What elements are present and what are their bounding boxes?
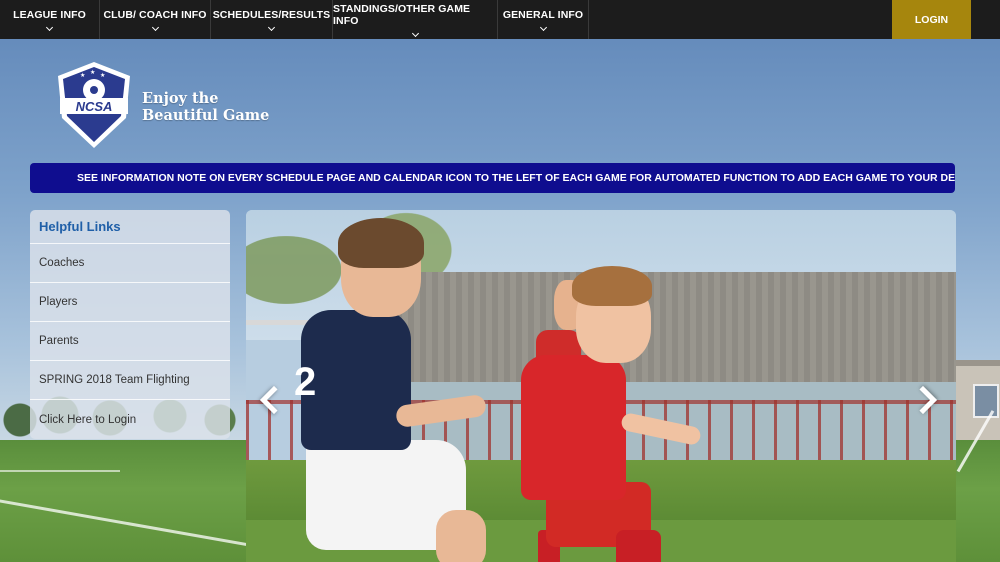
player-red-hair [572, 266, 652, 306]
tagline-line: Beautiful Game [142, 107, 270, 124]
nav-standings-other-game-info[interactable]: STANDINGS/OTHER GAME INFO [333, 0, 498, 39]
helpful-links-panel: Helpful Links Coaches Players Parents SP… [30, 210, 230, 439]
hero-carousel[interactable]: 2 [246, 210, 956, 562]
chevron-down-icon [539, 23, 547, 32]
nav-label: STANDINGS/OTHER GAME INFO [333, 3, 471, 27]
nav-league-info[interactable]: LEAGUE INFO [0, 0, 100, 39]
chevron-down-icon [45, 23, 54, 32]
player-blue-jersey [301, 310, 411, 450]
chevron-down-icon [267, 23, 276, 32]
notice-text: SEE INFORMATION NOTE ON EVERY SCHEDULE P… [77, 172, 955, 184]
notice-marquee: SEE INFORMATION NOTE ON EVERY SCHEDULE P… [30, 163, 955, 193]
nav-label: LEAGUE INFO [13, 9, 86, 21]
top-navigation: LEAGUE INFO CLUB/ COACH INFO SCHEDULES/R… [0, 0, 1000, 39]
player-blue-hair [338, 218, 424, 268]
nav-club-coach-info[interactable]: CLUB/ COACH INFO [100, 0, 211, 39]
tagline-line: Enjoy the [142, 90, 219, 107]
nav-label: GENERAL INFO [502, 9, 584, 21]
player-red-sock [616, 530, 661, 562]
player-blue-leg [436, 510, 486, 562]
svg-text:★: ★ [90, 69, 95, 76]
nav-label: SCHEDULES/RESULTS [212, 9, 331, 21]
background-building [955, 360, 1000, 440]
link-players[interactable]: Players [30, 283, 230, 322]
field-line [0, 470, 120, 472]
carousel-roof [396, 272, 956, 382]
svg-text:★: ★ [80, 72, 85, 79]
link-parents[interactable]: Parents [30, 322, 230, 361]
logo-tagline: Enjoy the Beautiful Game [142, 90, 282, 124]
nav-general-info[interactable]: GENERAL INFO [498, 0, 589, 39]
link-coaches[interactable]: Coaches [30, 244, 230, 283]
svg-text:★: ★ [100, 72, 105, 79]
link-team-flighting[interactable]: SPRING 2018 Team Flighting [30, 361, 230, 400]
chevron-down-icon [411, 29, 419, 38]
nav-label: CLUB/ COACH INFO [103, 9, 207, 21]
nav-schedules-results[interactable]: SCHEDULES/RESULTS [211, 0, 333, 39]
login-button[interactable]: LOGIN [892, 0, 971, 39]
player-red-jersey [521, 355, 626, 500]
logo-text: NCSA [76, 99, 113, 114]
ncsa-logo[interactable]: NCSA ★ ★ ★ [54, 60, 134, 150]
player-number: 2 [294, 360, 317, 404]
chevron-down-icon [151, 23, 159, 32]
helpful-links-title: Helpful Links [30, 210, 230, 244]
link-login[interactable]: Click Here to Login [30, 400, 230, 439]
